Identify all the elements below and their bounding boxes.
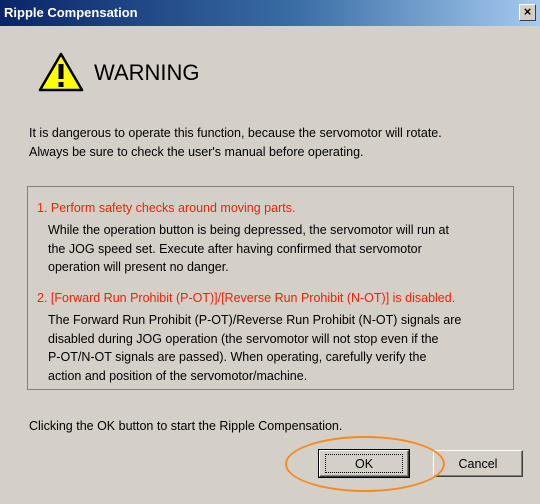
safety-items-panel: 1. Perform safety checks around moving p… bbox=[27, 186, 514, 390]
safety-item-line: the JOG speed set. Execute after having … bbox=[48, 241, 422, 256]
safety-item-line: While the operation button is being depr… bbox=[48, 223, 449, 237]
safety-item-line: disabled during JOG operation (the servo… bbox=[48, 331, 439, 346]
title-bar[interactable]: Ripple Compensation × bbox=[0, 0, 540, 26]
safety-item-line: P-OT/N-OT signals are passed). When oper… bbox=[48, 350, 427, 364]
close-icon: × bbox=[523, 4, 532, 19]
warning-triangle-icon bbox=[38, 52, 84, 92]
safety-item-line: operation will present no danger. bbox=[48, 260, 229, 274]
safety-item-body: While the operation button is being depr… bbox=[48, 221, 510, 277]
safety-item-heading: 1. Perform safety checks around moving p… bbox=[37, 201, 296, 215]
intro-line: Always be sure to check the user's manua… bbox=[29, 145, 364, 159]
safety-item-body: The Forward Run Prohibit (P-OT)/Reverse … bbox=[48, 311, 510, 385]
ok-button[interactable]: OK bbox=[318, 449, 410, 478]
ok-button-label: OK bbox=[354, 456, 374, 471]
warning-intro: It is dangerous to operate this function… bbox=[29, 124, 519, 162]
cancel-button-label: Cancel bbox=[458, 456, 498, 471]
safety-item-heading: 2. [Forward Run Prohibit (P-OT)]/[Revers… bbox=[37, 291, 456, 305]
ripple-compensation-dialog: Ripple Compensation × WARNING It is dang… bbox=[0, 0, 540, 504]
intro-line: It is dangerous to operate this function… bbox=[29, 126, 442, 140]
window-title: Ripple Compensation bbox=[4, 5, 138, 20]
safety-item-line: action and position of the servomotor/ma… bbox=[48, 368, 308, 383]
warning-title: WARNING bbox=[94, 60, 200, 85]
cancel-button[interactable]: Cancel bbox=[433, 450, 523, 477]
close-button[interactable]: × bbox=[519, 4, 536, 21]
safety-item-line: The Forward Run Prohibit (P-OT)/Reverse … bbox=[48, 313, 462, 327]
footer-instruction: Clicking the OK button to start the Ripp… bbox=[29, 419, 343, 433]
